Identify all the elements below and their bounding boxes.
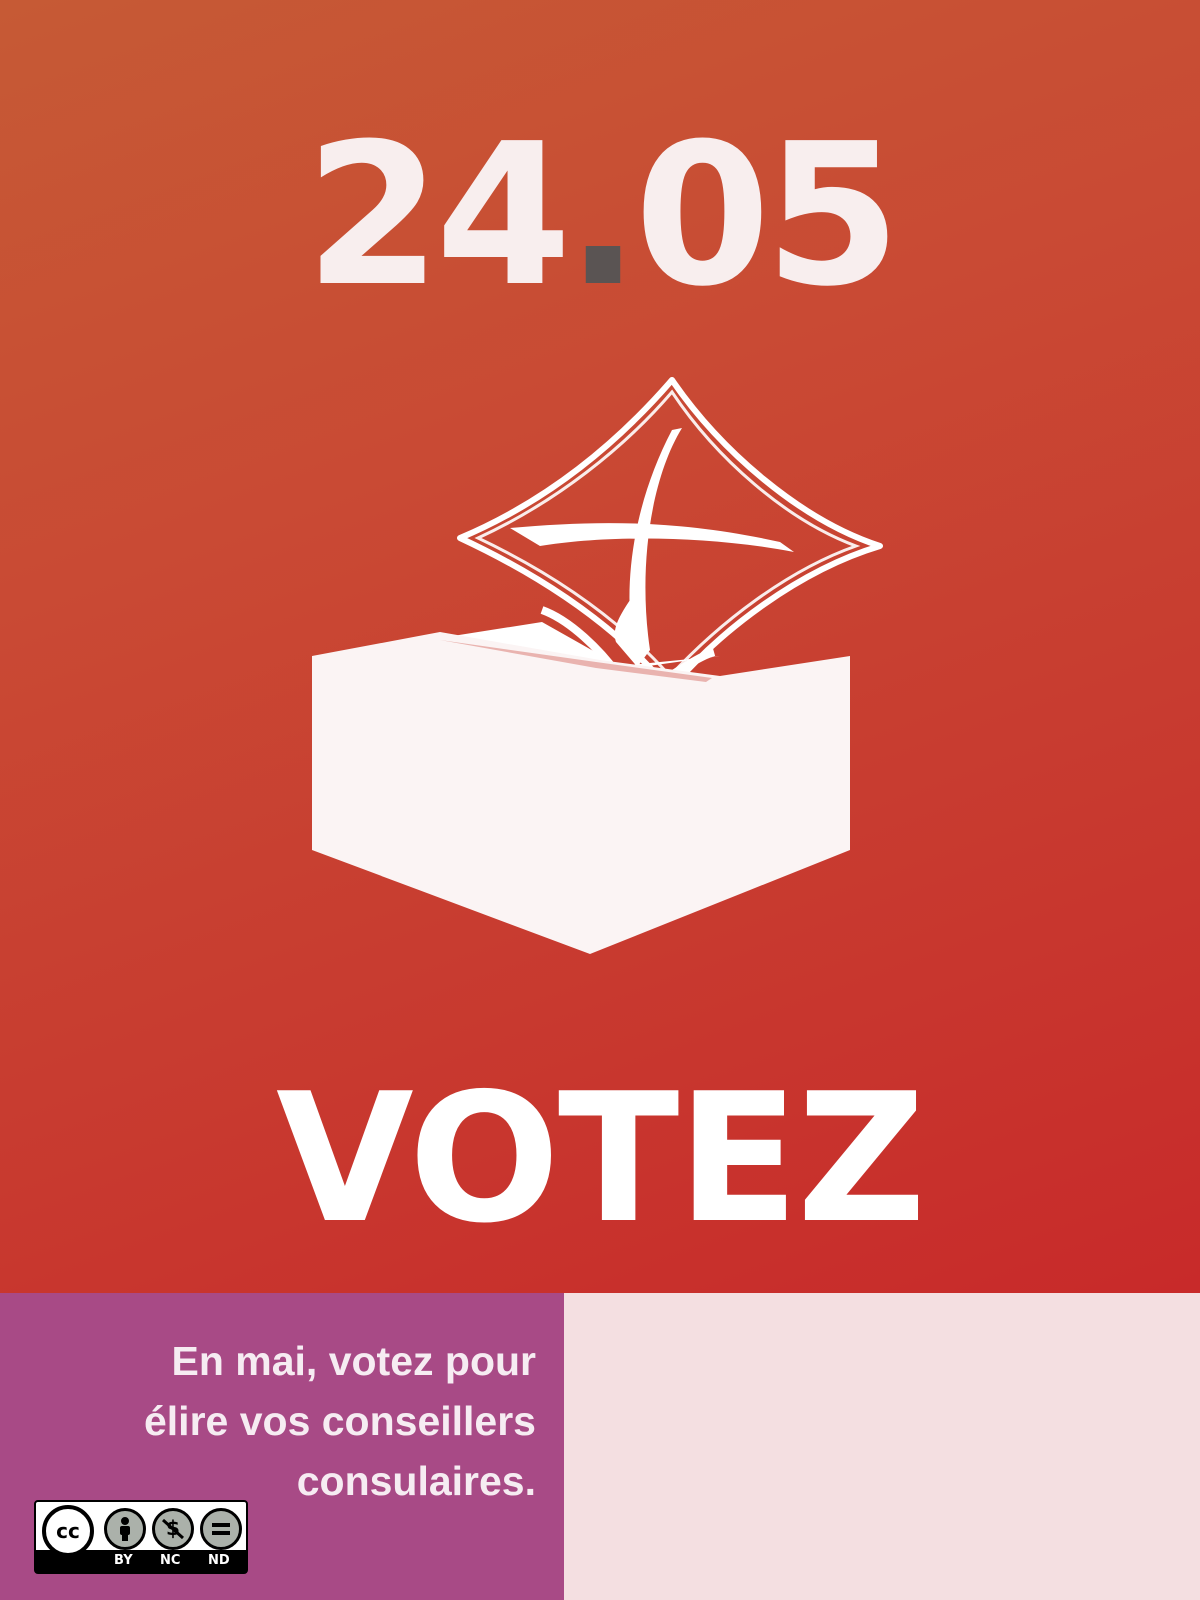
ballot-box-icon xyxy=(312,377,883,954)
date-day: 24 xyxy=(305,102,572,330)
nd-label: ND xyxy=(208,1553,230,1568)
votez-headline: VOTEZ xyxy=(275,1055,926,1262)
cc-icon: cc xyxy=(42,1505,94,1557)
nc-icon: $ xyxy=(152,1508,194,1550)
right-panel xyxy=(564,1293,1200,1600)
by-icon xyxy=(104,1508,146,1550)
date-heading: 24.05 xyxy=(0,118,1200,314)
poster-background: 24.05 VOTEZ xyxy=(0,0,1200,1293)
info-text: En mai, votez pour élire vos conseillers… xyxy=(16,1331,536,1511)
creative-commons-badge: cc $ BY NC ND xyxy=(34,1500,248,1574)
by-label: BY xyxy=(114,1553,133,1568)
info-line-2: élire vos conseillers xyxy=(143,1398,536,1444)
nd-icon xyxy=(200,1508,242,1550)
info-line-1: En mai, votez pour xyxy=(171,1338,537,1384)
date-dot: . xyxy=(565,102,641,330)
nc-label: NC xyxy=(160,1553,181,1568)
date-month: 05 xyxy=(634,102,901,330)
